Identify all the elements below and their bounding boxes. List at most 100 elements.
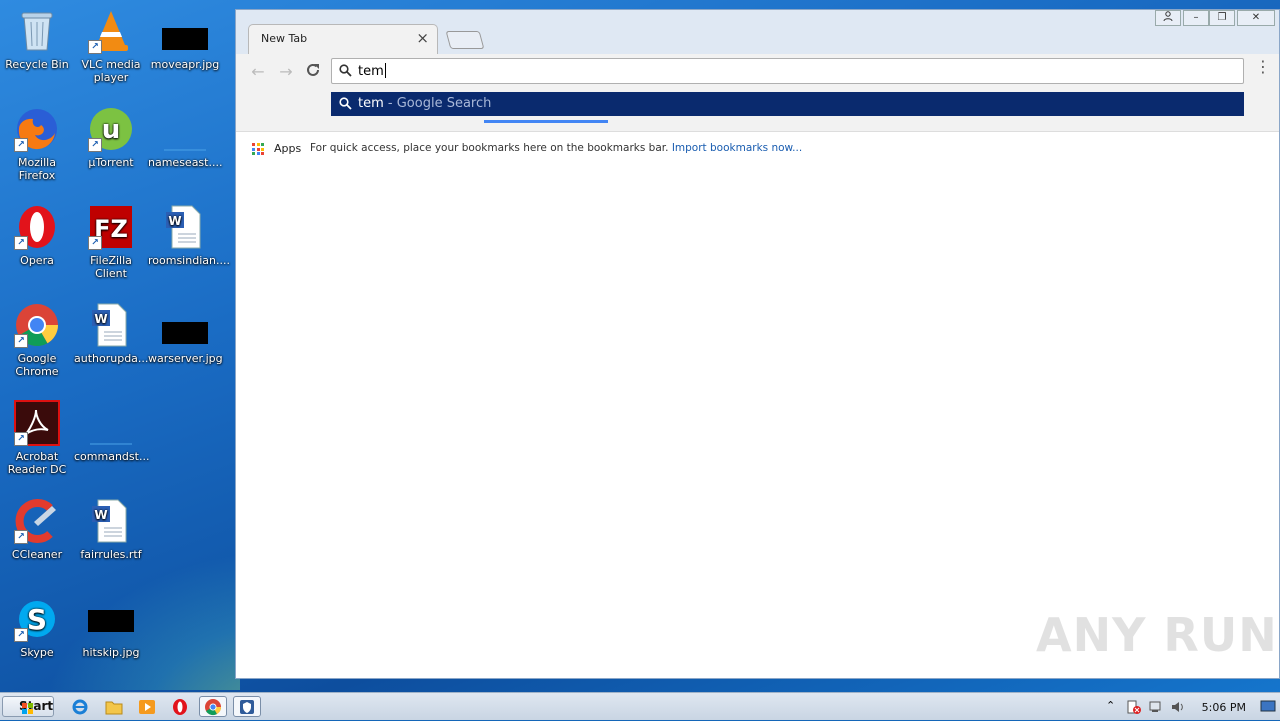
desktop-icon-moveapr[interactable]: moveapr.jpg	[148, 4, 222, 71]
omnibox-suggestion[interactable]: tem - Google Search	[331, 92, 1244, 116]
tab-title: New Tab	[261, 32, 308, 45]
apps-grid-icon[interactable]	[252, 143, 264, 155]
icon-label: moveapr.jpg	[150, 58, 220, 71]
desktop-icon-skype[interactable]: S ↗ Skype	[0, 592, 74, 659]
taskbar-opera[interactable]	[166, 696, 194, 717]
desktop-icon-hitskip[interactable]: hitskip.jpg	[74, 592, 148, 659]
volume-icon	[1172, 702, 1183, 712]
browser-toolbar: ← → tem ⋮	[236, 54, 1279, 90]
icon-label: Acrobat Reader DC	[7, 450, 67, 476]
close-window-icon[interactable]: ✕	[1237, 10, 1275, 26]
image-file-icon	[162, 302, 208, 348]
desktop-icon-ccleaner[interactable]: ↗ CCleaner	[0, 494, 74, 561]
forward-arrow-icon[interactable]: →	[276, 62, 296, 81]
svg-text:W: W	[94, 508, 107, 522]
shortcut-arrow-icon: ↗	[14, 628, 28, 642]
icon-label: commandst...	[74, 450, 150, 463]
desktop-icon-roomsindian[interactable]: W roomsindian....	[148, 200, 230, 267]
taskbar-media-player[interactable]	[133, 696, 161, 717]
desktop-icon-filezilla[interactable]: FZ ↗ FileZilla Client	[74, 200, 148, 280]
desktop-icon-commandst[interactable]: commandst...	[74, 396, 150, 463]
restore-icon[interactable]: ❐	[1209, 10, 1235, 26]
desktop-icon-recycle-bin[interactable]: Recycle Bin	[0, 4, 74, 71]
watermark: ANY RUN	[1036, 608, 1278, 662]
folder-icon	[105, 701, 123, 715]
show-desktop-icon[interactable]	[1259, 697, 1277, 715]
shortcut-arrow-icon: ↗	[14, 236, 28, 250]
skype-icon: S ↗	[14, 596, 60, 642]
tab-close-icon[interactable]: ×	[416, 29, 429, 47]
show-hidden-icons-icon[interactable]: ⌃	[1106, 699, 1115, 712]
opera-icon	[173, 699, 187, 715]
profile-icon[interactable]	[1155, 10, 1181, 26]
svg-text:S: S	[27, 603, 47, 636]
icon-label: Skype	[20, 646, 54, 659]
suggestion-rest: - Google Search	[383, 96, 492, 111]
desktop-icon-authorupda[interactable]: W authorupda...	[74, 298, 148, 365]
icon-label: warserver.jpg	[148, 352, 223, 365]
loading-indicator	[484, 120, 608, 123]
shortcut-arrow-icon: ↗	[88, 138, 102, 152]
reload-icon[interactable]	[303, 62, 323, 82]
taskbar-ie[interactable]	[66, 696, 94, 717]
shortcut-arrow-icon: ↗	[88, 236, 102, 250]
desktop-icon-vlc[interactable]: ↗ VLC media player	[74, 4, 148, 84]
chrome-icon	[205, 699, 222, 716]
menu-dots-icon[interactable]: ⋮	[1255, 59, 1271, 75]
desktop-icon-acrobat[interactable]: ↗ Acrobat Reader DC	[0, 396, 74, 476]
action-center-icon	[1127, 700, 1141, 714]
new-tab-button[interactable]	[445, 31, 485, 49]
svg-text:W: W	[94, 312, 107, 326]
desktop-icon-utorrent[interactable]: u ↗ µTorrent	[74, 102, 148, 169]
omnibox[interactable]: tem	[331, 58, 1244, 84]
icon-label: FileZilla Client	[90, 254, 132, 280]
taskbar-explorer[interactable]	[100, 696, 128, 717]
page-content: ANY RUN	[236, 168, 1279, 678]
shortcut-arrow-icon: ↗	[14, 432, 28, 446]
icon-label: Google Chrome	[15, 352, 59, 378]
network-icon	[1149, 701, 1161, 712]
icon-label: CCleaner	[11, 548, 63, 561]
desktop-icon-chrome[interactable]: ↗ Google Chrome	[0, 298, 74, 378]
taskbar-chrome[interactable]	[199, 696, 227, 717]
desktop-icon-warserver[interactable]: warserver.jpg	[148, 298, 223, 365]
desktop-icon-opera[interactable]: ↗ Opera	[0, 200, 74, 267]
desktop-icon-nameseast[interactable]: nameseast....	[148, 102, 222, 169]
icon-label: nameseast....	[148, 156, 223, 169]
start-button[interactable]: Start	[2, 696, 54, 717]
bookmarks-hint: For quick access, place your bookmarks h…	[310, 142, 669, 154]
tab-strip: New Tab × – ❐ ✕	[236, 10, 1279, 54]
system-tray: ⌃ 5:06 PM	[1100, 693, 1280, 721]
media-player-icon	[139, 700, 155, 714]
icon-label: Mozilla Firefox	[18, 156, 56, 182]
icon-label: VLC media player	[81, 58, 141, 84]
svg-text:u: u	[102, 115, 121, 145]
taskbar-app[interactable]	[233, 696, 261, 717]
shortcut-arrow-icon: ↗	[88, 40, 102, 54]
blank-file-icon	[162, 106, 208, 152]
bookmarks-bar: Apps For quick access, place your bookma…	[236, 131, 1279, 169]
clock[interactable]: 5:06 PM	[1202, 701, 1246, 714]
suggestion-query: tem	[358, 96, 384, 111]
desktop-icon-fairrules[interactable]: W fairrules.rtf	[74, 494, 148, 561]
tab-new-tab[interactable]: New Tab ×	[248, 24, 438, 54]
desktop-icon-firefox[interactable]: ↗ Mozilla Firefox	[0, 102, 74, 182]
icon-label: µTorrent	[88, 156, 134, 169]
recycle-bin-icon	[14, 8, 60, 54]
word-document-icon: W	[88, 498, 134, 544]
svg-text:W: W	[168, 214, 181, 228]
minimize-icon[interactable]: –	[1183, 10, 1209, 26]
icon-label: fairrules.rtf	[80, 548, 142, 561]
omnibox-value: tem	[358, 64, 384, 79]
apps-button[interactable]: Apps	[274, 142, 301, 155]
word-document-icon: W	[162, 204, 208, 250]
shortcut-arrow-icon: ↗	[14, 530, 28, 544]
blank-file-icon	[88, 400, 134, 446]
import-bookmarks-link[interactable]: Import bookmarks now...	[672, 142, 802, 154]
back-arrow-icon[interactable]: ←	[248, 62, 268, 81]
desktop-icons: Recycle Bin ↗ Mozilla Firefox ↗ Opera ↗ …	[0, 0, 236, 690]
search-icon	[339, 64, 352, 80]
image-file-icon	[88, 596, 134, 642]
acrobat-icon: ↗	[14, 400, 60, 446]
taskbar: Start ⌃ 5:06 PM	[0, 692, 1280, 720]
